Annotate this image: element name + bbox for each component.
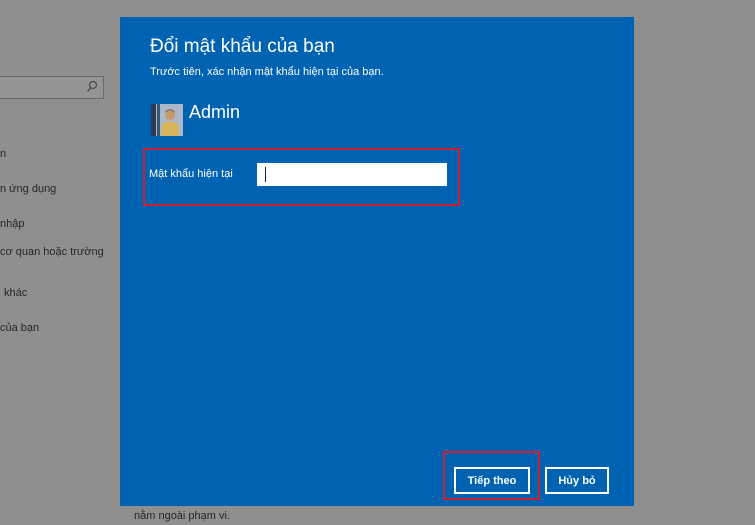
text-caret — [265, 167, 266, 182]
background-nav-item: n ứng dụng — [0, 183, 57, 195]
current-password-label: Mật khẩu hiện tại — [149, 168, 233, 180]
dialog-subtitle: Trước tiên, xác nhận mật khẩu hiện tại c… — [150, 66, 384, 78]
dialog-title: Đổi mật khẩu của bạn — [150, 36, 335, 57]
background-footer-text: nằm ngoài phạm vi. — [134, 510, 230, 522]
current-password-input[interactable] — [257, 163, 447, 186]
background-nav-item: khác — [4, 287, 28, 299]
background-search-box — [0, 76, 104, 99]
background-nav-item: n — [0, 148, 7, 160]
background-nav-item: nhập — [0, 218, 25, 230]
cancel-button[interactable]: Hủy bỏ — [545, 467, 609, 494]
next-button[interactable]: Tiếp theo — [454, 467, 530, 494]
user-avatar — [151, 104, 183, 136]
background-nav-item: cơ quan hoặc trường — [0, 246, 104, 258]
change-password-dialog: Đổi mật khẩu của bạn Trước tiên, xác nhậ… — [120, 17, 634, 506]
search-icon — [86, 80, 98, 94]
username: Admin — [189, 102, 241, 122]
background-nav-item: của bạn — [0, 322, 40, 334]
